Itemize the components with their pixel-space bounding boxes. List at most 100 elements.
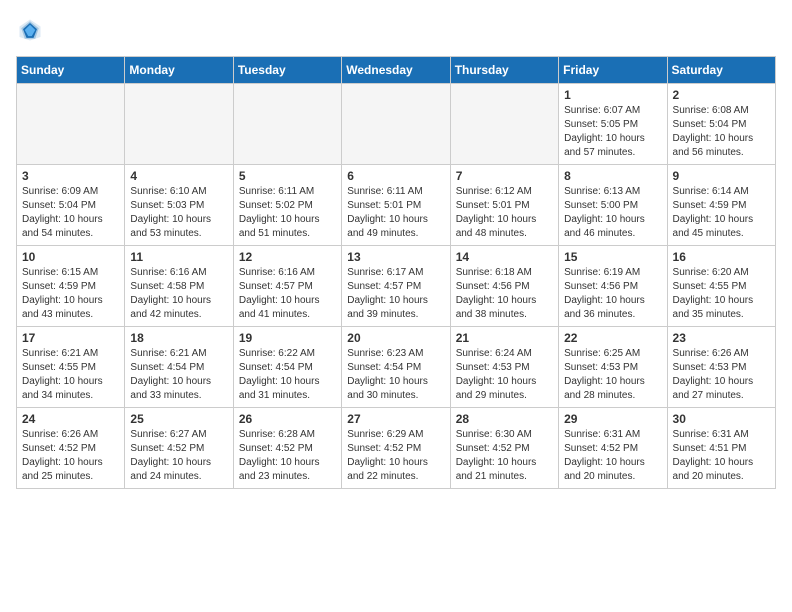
day-info: Sunrise: 6:15 AM Sunset: 4:59 PM Dayligh… — [22, 266, 119, 322]
day-info: Sunrise: 6:19 AM Sunset: 4:56 PM Dayligh… — [564, 266, 661, 322]
calendar-day-cell: 1 Sunrise: 6:07 AM Sunset: 5:05 PM Daylig… — [559, 84, 667, 165]
weekday-header: Tuesday — [233, 57, 341, 84]
day-number: 29 — [564, 412, 661, 426]
calendar-day-cell: 25 Sunrise: 6:27 AM Sunset: 4:52 PM Dayli… — [125, 408, 233, 489]
calendar-day-cell: 28 Sunrise: 6:30 AM Sunset: 4:52 PM Dayli… — [450, 408, 558, 489]
calendar-header: SundayMondayTuesdayWednesdayThursdayFrid… — [17, 57, 776, 84]
day-number: 27 — [347, 412, 444, 426]
calendar-day-cell — [233, 84, 341, 165]
calendar-table: SundayMondayTuesdayWednesdayThursdayFrid… — [16, 56, 776, 489]
calendar-day-cell — [342, 84, 450, 165]
day-info: Sunrise: 6:24 AM Sunset: 4:53 PM Dayligh… — [456, 347, 553, 403]
calendar-day-cell: 16Sunrise: 6:20 AM Sunset: 4:55 PM Dayli… — [667, 246, 775, 327]
calendar-day-cell: 26 Sunrise: 6:28 AM Sunset: 4:52 PM Dayli… — [233, 408, 341, 489]
day-number: 14 — [456, 250, 553, 264]
day-number: 22 — [564, 331, 661, 345]
day-info: Sunrise: 6:13 AM Sunset: 5:00 PM Dayligh… — [564, 185, 661, 241]
calendar-day-cell: 10 Sunrise: 6:15 AM Sunset: 4:59 PM Dayli… — [17, 246, 125, 327]
day-number: 30 — [673, 412, 770, 426]
weekday-header: Sunday — [17, 57, 125, 84]
calendar-day-cell: 20 Sunrise: 6:23 AM Sunset: 4:54 PM Dayli… — [342, 327, 450, 408]
day-number: 25 — [130, 412, 227, 426]
calendar-week-row: 3Sunrise: 6:09 AM Sunset: 5:04 PM Daylig… — [17, 165, 776, 246]
day-number: 15 — [564, 250, 661, 264]
weekday-header: Friday — [559, 57, 667, 84]
calendar-week-row: 17 Sunrise: 6:21 AM Sunset: 4:55 PM Dayli… — [17, 327, 776, 408]
day-number: 16 — [673, 250, 770, 264]
logo-icon — [16, 16, 44, 44]
calendar-day-cell: 3Sunrise: 6:09 AM Sunset: 5:04 PM Daylig… — [17, 165, 125, 246]
calendar-day-cell: 17 Sunrise: 6:21 AM Sunset: 4:55 PM Dayli… — [17, 327, 125, 408]
calendar-day-cell: 6 Sunrise: 6:11 AM Sunset: 5:01 PM Daylig… — [342, 165, 450, 246]
calendar-day-cell: 14 Sunrise: 6:18 AM Sunset: 4:56 PM Dayli… — [450, 246, 558, 327]
calendar-week-row: 1 Sunrise: 6:07 AM Sunset: 5:05 PM Daylig… — [17, 84, 776, 165]
header — [16, 16, 776, 44]
calendar-day-cell: 18 Sunrise: 6:21 AM Sunset: 4:54 PM Dayli… — [125, 327, 233, 408]
calendar-week-row: 10 Sunrise: 6:15 AM Sunset: 4:59 PM Dayli… — [17, 246, 776, 327]
day-info: Sunrise: 6:27 AM Sunset: 4:52 PM Dayligh… — [130, 428, 227, 484]
weekday-header: Thursday — [450, 57, 558, 84]
day-number: 17 — [22, 331, 119, 345]
calendar-day-cell — [125, 84, 233, 165]
day-info: Sunrise: 6:26 AM Sunset: 4:52 PM Dayligh… — [22, 428, 119, 484]
day-info: Sunrise: 6:11 AM Sunset: 5:01 PM Dayligh… — [347, 185, 444, 241]
calendar-week-row: 24Sunrise: 6:26 AM Sunset: 4:52 PM Dayli… — [17, 408, 776, 489]
calendar-day-cell: 21 Sunrise: 6:24 AM Sunset: 4:53 PM Dayli… — [450, 327, 558, 408]
calendar-day-cell: 13 Sunrise: 6:17 AM Sunset: 4:57 PM Dayli… — [342, 246, 450, 327]
day-number: 21 — [456, 331, 553, 345]
day-info: Sunrise: 6:30 AM Sunset: 4:52 PM Dayligh… — [456, 428, 553, 484]
calendar-day-cell: 9 Sunrise: 6:14 AM Sunset: 4:59 PM Daylig… — [667, 165, 775, 246]
day-number: 20 — [347, 331, 444, 345]
weekday-header: Monday — [125, 57, 233, 84]
day-info: Sunrise: 6:22 AM Sunset: 4:54 PM Dayligh… — [239, 347, 336, 403]
day-number: 4 — [130, 169, 227, 183]
day-number: 5 — [239, 169, 336, 183]
calendar-day-cell — [17, 84, 125, 165]
calendar-day-cell: 7Sunrise: 6:12 AM Sunset: 5:01 PM Daylig… — [450, 165, 558, 246]
calendar-day-cell — [450, 84, 558, 165]
day-number: 28 — [456, 412, 553, 426]
day-info: Sunrise: 6:16 AM Sunset: 4:58 PM Dayligh… — [130, 266, 227, 322]
day-info: Sunrise: 6:26 AM Sunset: 4:53 PM Dayligh… — [673, 347, 770, 403]
day-number: 12 — [239, 250, 336, 264]
day-info: Sunrise: 6:14 AM Sunset: 4:59 PM Dayligh… — [673, 185, 770, 241]
day-info: Sunrise: 6:18 AM Sunset: 4:56 PM Dayligh… — [456, 266, 553, 322]
day-number: 19 — [239, 331, 336, 345]
day-info: Sunrise: 6:16 AM Sunset: 4:57 PM Dayligh… — [239, 266, 336, 322]
day-info: Sunrise: 6:31 AM Sunset: 4:52 PM Dayligh… — [564, 428, 661, 484]
weekday-header: Saturday — [667, 57, 775, 84]
calendar-body: 1 Sunrise: 6:07 AM Sunset: 5:05 PM Daylig… — [17, 84, 776, 489]
day-info: Sunrise: 6:11 AM Sunset: 5:02 PM Dayligh… — [239, 185, 336, 241]
day-number: 2 — [673, 88, 770, 102]
day-info: Sunrise: 6:09 AM Sunset: 5:04 PM Dayligh… — [22, 185, 119, 241]
calendar-day-cell: 24Sunrise: 6:26 AM Sunset: 4:52 PM Dayli… — [17, 408, 125, 489]
day-number: 10 — [22, 250, 119, 264]
day-info: Sunrise: 6:08 AM Sunset: 5:04 PM Dayligh… — [673, 104, 770, 160]
day-number: 13 — [347, 250, 444, 264]
day-info: Sunrise: 6:29 AM Sunset: 4:52 PM Dayligh… — [347, 428, 444, 484]
weekday-row: SundayMondayTuesdayWednesdayThursdayFrid… — [17, 57, 776, 84]
calendar-day-cell: 12 Sunrise: 6:16 AM Sunset: 4:57 PM Dayli… — [233, 246, 341, 327]
day-info: Sunrise: 6:17 AM Sunset: 4:57 PM Dayligh… — [347, 266, 444, 322]
calendar-day-cell: 11 Sunrise: 6:16 AM Sunset: 4:58 PM Dayli… — [125, 246, 233, 327]
day-info: Sunrise: 6:07 AM Sunset: 5:05 PM Dayligh… — [564, 104, 661, 160]
calendar-day-cell: 23 Sunrise: 6:26 AM Sunset: 4:53 PM Dayli… — [667, 327, 775, 408]
day-info: Sunrise: 6:25 AM Sunset: 4:53 PM Dayligh… — [564, 347, 661, 403]
day-number: 9 — [673, 169, 770, 183]
day-info: Sunrise: 6:21 AM Sunset: 4:54 PM Dayligh… — [130, 347, 227, 403]
day-number: 18 — [130, 331, 227, 345]
day-number: 6 — [347, 169, 444, 183]
day-number: 7 — [456, 169, 553, 183]
day-info: Sunrise: 6:28 AM Sunset: 4:52 PM Dayligh… — [239, 428, 336, 484]
day-number: 23 — [673, 331, 770, 345]
calendar-day-cell: 27 Sunrise: 6:29 AM Sunset: 4:52 PM Dayli… — [342, 408, 450, 489]
calendar-day-cell: 8Sunrise: 6:13 AM Sunset: 5:00 PM Daylig… — [559, 165, 667, 246]
calendar-day-cell: 30Sunrise: 6:31 AM Sunset: 4:51 PM Dayli… — [667, 408, 775, 489]
day-info: Sunrise: 6:23 AM Sunset: 4:54 PM Dayligh… — [347, 347, 444, 403]
day-number: 26 — [239, 412, 336, 426]
day-number: 11 — [130, 250, 227, 264]
day-number: 1 — [564, 88, 661, 102]
calendar-day-cell: 5 Sunrise: 6:11 AM Sunset: 5:02 PM Daylig… — [233, 165, 341, 246]
day-info: Sunrise: 6:21 AM Sunset: 4:55 PM Dayligh… — [22, 347, 119, 403]
calendar-day-cell: 29 Sunrise: 6:31 AM Sunset: 4:52 PM Dayli… — [559, 408, 667, 489]
